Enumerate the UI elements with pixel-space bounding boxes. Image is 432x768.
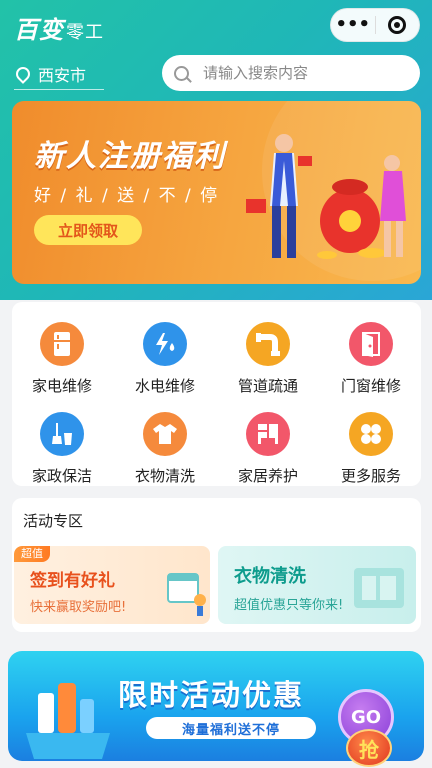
banner-subtitle: 好 / 礼 / 送 / 不 / 停 <box>34 186 220 206</box>
service-housekeeping[interactable]: 家政保洁 <box>12 406 112 486</box>
checkin-card-title: 签到有好礼 <box>30 571 115 591</box>
cleaning-supplies-icon <box>26 683 110 759</box>
app-header: 百变 零工 ••• <box>0 0 432 52</box>
door-icon <box>349 322 393 366</box>
laundry-promo-card[interactable]: 衣物清洗 超值优惠只等你来! <box>218 546 416 624</box>
search-bar[interactable] <box>162 55 420 91</box>
logo-main: 百变 <box>14 16 64 44</box>
city-label: 西安市 <box>38 65 87 85</box>
service-label: 家政保洁 <box>31 467 92 485</box>
more-menu-button[interactable]: ••• <box>331 10 375 40</box>
claim-now-button[interactable]: 立即领取 <box>34 215 142 245</box>
signup-banner[interactable]: 新人注册福利 好 / 礼 / 送 / 不 / 停 立即领取 <box>12 101 421 284</box>
banner-title: 新人注册福利 <box>34 139 226 174</box>
cleaning-icon <box>40 412 84 456</box>
search-icon <box>174 65 189 81</box>
city-selector[interactable]: 西安市 <box>13 58 104 90</box>
service-label: 衣物清洗 <box>134 467 195 485</box>
service-grid: 家电维修 水电维修 管道疏通 门窗维修 家政保洁 衣物清洗 家居养护 更多服务 <box>12 302 421 486</box>
close-program-button[interactable] <box>375 16 419 34</box>
promo-title: 限时活动优惠 <box>118 678 305 712</box>
service-pipe-dredging[interactable]: 管道疏通 <box>218 316 318 396</box>
service-label: 家电维修 <box>31 377 92 395</box>
service-appliance-repair[interactable]: 家电维修 <box>12 316 112 396</box>
laundry-card-title: 衣物清洗 <box>234 566 306 587</box>
service-label: 管道疏通 <box>237 377 298 395</box>
service-label: 门窗维修 <box>340 377 401 395</box>
service-label: 家居养护 <box>237 467 298 485</box>
banner-illustration <box>246 134 406 259</box>
clothes-rack-icon <box>354 568 404 608</box>
mini-program-capsule: ••• <box>330 8 420 42</box>
logo-sub: 零工 <box>66 22 104 43</box>
limited-promo-banner[interactable]: 限时活动优惠 海量福利送不停 GO 抢 <box>0 645 432 768</box>
activity-zone: 活动专区 超值 签到有好礼 快来赢取奖励吧! 衣物清洗 超值优惠只等你来! <box>12 498 421 632</box>
laundry-card-subtitle: 超值优惠只等你来! <box>234 598 344 613</box>
service-label: 水电维修 <box>134 377 195 395</box>
grid-more-icon <box>349 412 393 456</box>
service-more[interactable]: 更多服务 <box>321 406 421 486</box>
promo-subtitle: 海量福利送不停 <box>146 717 316 739</box>
activity-zone-title: 活动专区 <box>23 512 84 530</box>
service-label: 更多服务 <box>340 467 401 485</box>
checkin-card-subtitle: 快来赢取奖励吧! <box>30 600 127 615</box>
grab-button[interactable]: 抢 <box>346 729 392 767</box>
furniture-icon <box>246 412 290 456</box>
service-home-care[interactable]: 家居养护 <box>218 406 318 486</box>
calendar-illustration-icon <box>167 573 206 616</box>
checkin-reward-card[interactable]: 超值 签到有好礼 快来赢取奖励吧! <box>14 546 210 624</box>
service-door-window[interactable]: 门窗维修 <box>321 316 421 396</box>
target-icon <box>388 16 407 34</box>
pipe-icon <box>246 322 290 366</box>
service-laundry[interactable]: 衣物清洗 <box>115 406 215 486</box>
service-plumbing-electric[interactable]: 水电维修 <box>115 316 215 396</box>
search-input[interactable] <box>203 64 403 82</box>
bolt-drop-icon <box>143 322 187 366</box>
fridge-icon <box>40 322 84 366</box>
shirt-icon <box>143 412 187 456</box>
location-pin-icon <box>13 63 33 84</box>
value-badge: 超值 <box>14 546 50 562</box>
app-logo: 百变 零工 <box>14 10 104 45</box>
